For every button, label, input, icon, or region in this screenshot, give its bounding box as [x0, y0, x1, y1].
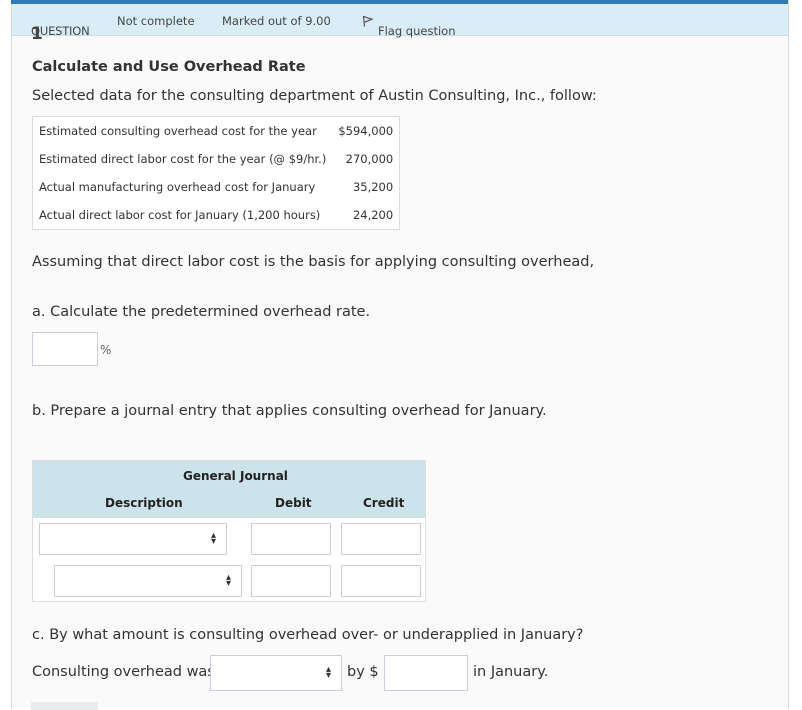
select-arrows-icon: ▴ ▾ [225, 572, 231, 589]
question-marks: Marked out of 9.00 [222, 14, 331, 28]
row-label: Estimated consulting overhead cost for t… [39, 124, 317, 138]
assumption-text: Assuming that direct labor cost is the b… [32, 254, 595, 270]
column-header-debit: Debit [275, 496, 312, 510]
journal-row-2-credit-input[interactable] [341, 565, 421, 597]
question-title: Calculate and Use Overhead Rate [32, 59, 306, 75]
flag-question-link[interactable]: Flag question [362, 14, 456, 38]
answer-prefix: Consulting overhead was [32, 664, 215, 680]
journal-row-1-debit-input[interactable] [251, 523, 331, 555]
question-intro: Selected data for the consulting departm… [32, 88, 597, 104]
journal-row-1-description-select[interactable]: ▴ ▾ [39, 523, 227, 555]
journal-header: General Journal Description Debit Credit [33, 461, 425, 518]
select-arrows-icon: ▴ ▾ [210, 530, 216, 547]
question-number-value: 1 [31, 24, 43, 44]
answer-suffix: in January. [473, 664, 549, 680]
over-under-applied-select[interactable]: ▴ ▾ [210, 655, 342, 691]
table-row: Estimated consulting overhead cost for t… [33, 117, 400, 146]
question-state: Not complete [117, 14, 195, 28]
table-row: Estimated direct labor cost for the year… [33, 145, 400, 173]
overhead-amount-input[interactable] [384, 655, 468, 691]
column-header-credit: Credit [363, 496, 405, 510]
row-value: $594,000 [338, 124, 394, 138]
row-label: Estimated direct labor cost for the year… [39, 152, 327, 166]
journal-row-1-credit-input[interactable] [341, 523, 421, 555]
overhead-rate-input[interactable] [32, 332, 98, 366]
part-b-prompt: b. Prepare a journal entry that applies … [32, 403, 547, 419]
part-c-prompt: c. By what amount is consulting overhead… [32, 627, 584, 643]
percent-unit: % [100, 343, 112, 357]
question-info-bar: QUESTION 1 Not complete Marked out of 9.… [12, 4, 788, 44]
row-label: Actual manufacturing overhead cost for J… [39, 180, 316, 194]
select-arrows-icon: ▴ ▾ [325, 664, 331, 681]
data-table: Estimated consulting overhead cost for t… [32, 116, 401, 230]
flag-question-label: Flag question [378, 24, 456, 38]
question-panel: QUESTION 1 Not complete Marked out of 9.… [11, 0, 789, 708]
general-journal: General Journal Description Debit Credit… [32, 460, 426, 602]
part-a-prompt: a. Calculate the predetermined overhead … [32, 304, 371, 320]
row-value: 24,200 [352, 208, 394, 222]
journal-title: General Journal [183, 469, 288, 483]
flag-icon [362, 15, 374, 27]
column-header-description: Description [105, 496, 183, 510]
row-value: 35,200 [352, 180, 394, 194]
check-button[interactable] [31, 702, 98, 710]
row-label: Actual direct labor cost for January (1,… [39, 208, 321, 222]
journal-row-2-description-select[interactable]: ▴ ▾ [54, 565, 242, 597]
by-dollar-label: by $ [347, 664, 379, 680]
top-accent-bar [11, 0, 788, 4]
table-row: Actual manufacturing overhead cost for J… [33, 173, 400, 201]
journal-row-2-debit-input[interactable] [251, 565, 331, 597]
row-value: 270,000 [345, 152, 394, 166]
table-row: Actual direct labor cost for January (1,… [33, 201, 400, 230]
